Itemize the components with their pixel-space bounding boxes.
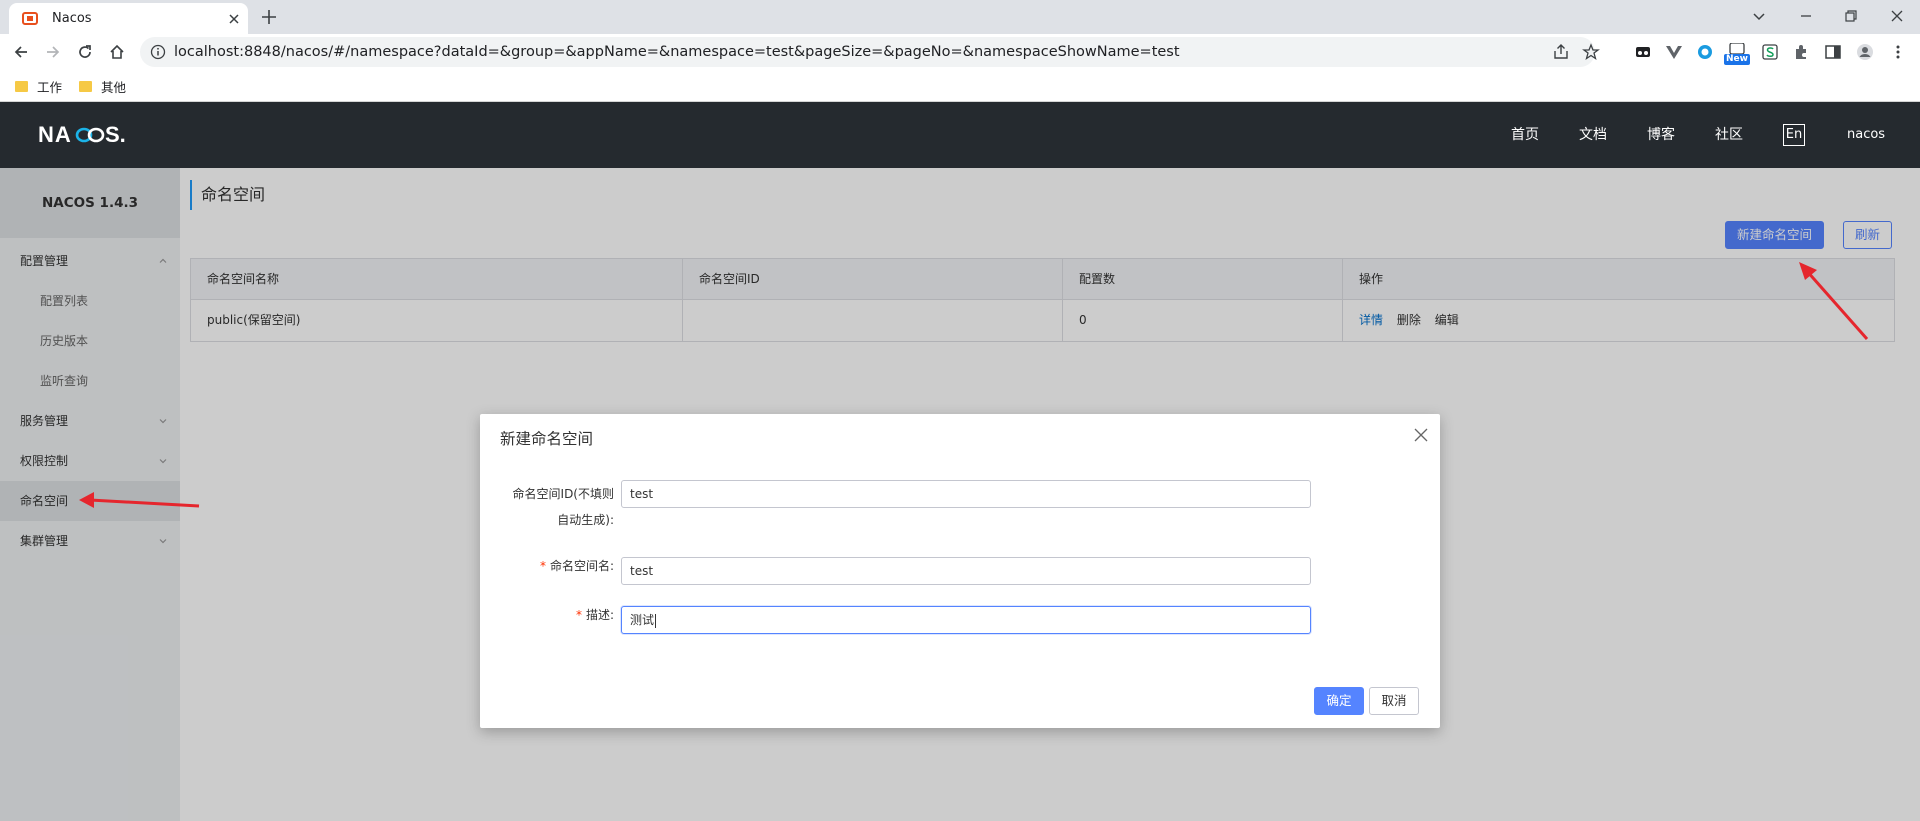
namespace-name-label: * 命名空间名: (540, 558, 614, 574)
namespace-id-label-line2-wrap: 自动生成): (557, 512, 614, 528)
new-tab-icon[interactable] (260, 8, 278, 26)
language-switch-button[interactable]: En (1783, 124, 1805, 146)
site-info-icon[interactable] (150, 44, 166, 60)
url-text: localhost:8848/nacos/#/namespace?dataId=… (174, 44, 1180, 60)
extensions-puzzle-icon[interactable] (1792, 43, 1810, 61)
tab-search-icon[interactable] (1750, 7, 1768, 25)
namespace-name-input[interactable]: test (621, 557, 1311, 585)
namespace-id-input[interactable]: test (621, 480, 1311, 508)
bookmark-star-icon[interactable] (1582, 43, 1600, 61)
top-navigation: NA S. 首页 文档 博客 社区 En nacos (0, 102, 1920, 168)
back-icon[interactable] (12, 43, 30, 61)
nacos-favicon-icon (22, 12, 38, 25)
description-label-text: 描述: (585, 608, 614, 622)
nav-home-link[interactable]: 首页 (1511, 102, 1539, 168)
tab-title: Nacos (52, 11, 92, 26)
close-tab-icon[interactable] (226, 11, 242, 27)
extension-circle-icon[interactable] (1696, 43, 1714, 61)
bookmark-label: 工作 (37, 79, 63, 95)
dialog-title: 新建命名空间 (500, 430, 594, 448)
profile-avatar-icon[interactable] (1856, 43, 1874, 61)
extension-vue-icon[interactable] (1665, 43, 1683, 61)
required-mark: * (539, 559, 546, 573)
svg-text:NA: NA (38, 122, 72, 147)
folder-icon (15, 80, 28, 92)
home-icon[interactable] (108, 43, 126, 61)
namespace-id-label-line2: 自动生成): (557, 513, 614, 527)
nav-docs-link[interactable]: 文档 (1579, 102, 1607, 168)
user-menu[interactable]: nacos (1847, 102, 1885, 168)
confirm-button[interactable]: 确定 (1314, 687, 1364, 715)
browser-menu-icon[interactable] (1889, 43, 1907, 61)
extension-new-badge-text: New (1726, 54, 1748, 64)
side-panel-icon[interactable] (1824, 43, 1842, 61)
extension-new-badge-icon[interactable]: New (1724, 43, 1750, 65)
close-icon[interactable] (1414, 428, 1428, 442)
folder-icon (79, 80, 92, 92)
namespace-id-label-line1: 命名空间ID(不填则 (512, 487, 614, 501)
forward-icon[interactable] (44, 43, 62, 61)
nav-community-link[interactable]: 社区 (1715, 102, 1743, 168)
description-input-value: 测试 (630, 613, 655, 627)
svg-text:S.: S. (105, 122, 126, 147)
namespace-name-label-text: 命名空间名: (549, 559, 614, 573)
new-namespace-dialog: 新建命名空间 命名空间ID(不填则 自动生成): test * 命名空间名: te… (480, 414, 1440, 728)
description-label: * 描述: (576, 607, 614, 623)
bookmarks-bar: 工作 其他 (0, 70, 1920, 102)
required-mark: * (575, 608, 582, 622)
description-input[interactable]: 测试 (621, 606, 1311, 634)
minimize-icon[interactable] (1797, 7, 1815, 25)
reload-icon[interactable] (76, 43, 94, 61)
browser-tab[interactable]: Nacos (9, 3, 248, 34)
nav-blog-link[interactable]: 博客 (1647, 102, 1675, 168)
extension-hat-icon[interactable] (1634, 43, 1652, 61)
close-window-icon[interactable] (1888, 7, 1906, 25)
text-caret (655, 613, 657, 628)
namespace-id-label: 命名空间ID(不填则 (513, 486, 614, 502)
address-bar[interactable]: localhost:8848/nacos/#/namespace?dataId=… (140, 37, 1600, 67)
bookmark-folder-work[interactable]: 工作 (15, 76, 62, 96)
extension-s-icon[interactable] (1761, 43, 1779, 61)
bookmark-folder-other[interactable]: 其他 (79, 76, 126, 96)
browser-tab-strip: Nacos (0, 0, 1920, 34)
browser-toolbar: localhost:8848/nacos/#/namespace?dataId=… (0, 34, 1920, 70)
cancel-button[interactable]: 取消 (1369, 687, 1419, 715)
restore-icon[interactable] (1842, 7, 1860, 25)
bookmark-label: 其他 (101, 79, 127, 95)
nacos-logo[interactable]: NA S. (38, 122, 138, 148)
share-icon[interactable] (1552, 43, 1570, 61)
